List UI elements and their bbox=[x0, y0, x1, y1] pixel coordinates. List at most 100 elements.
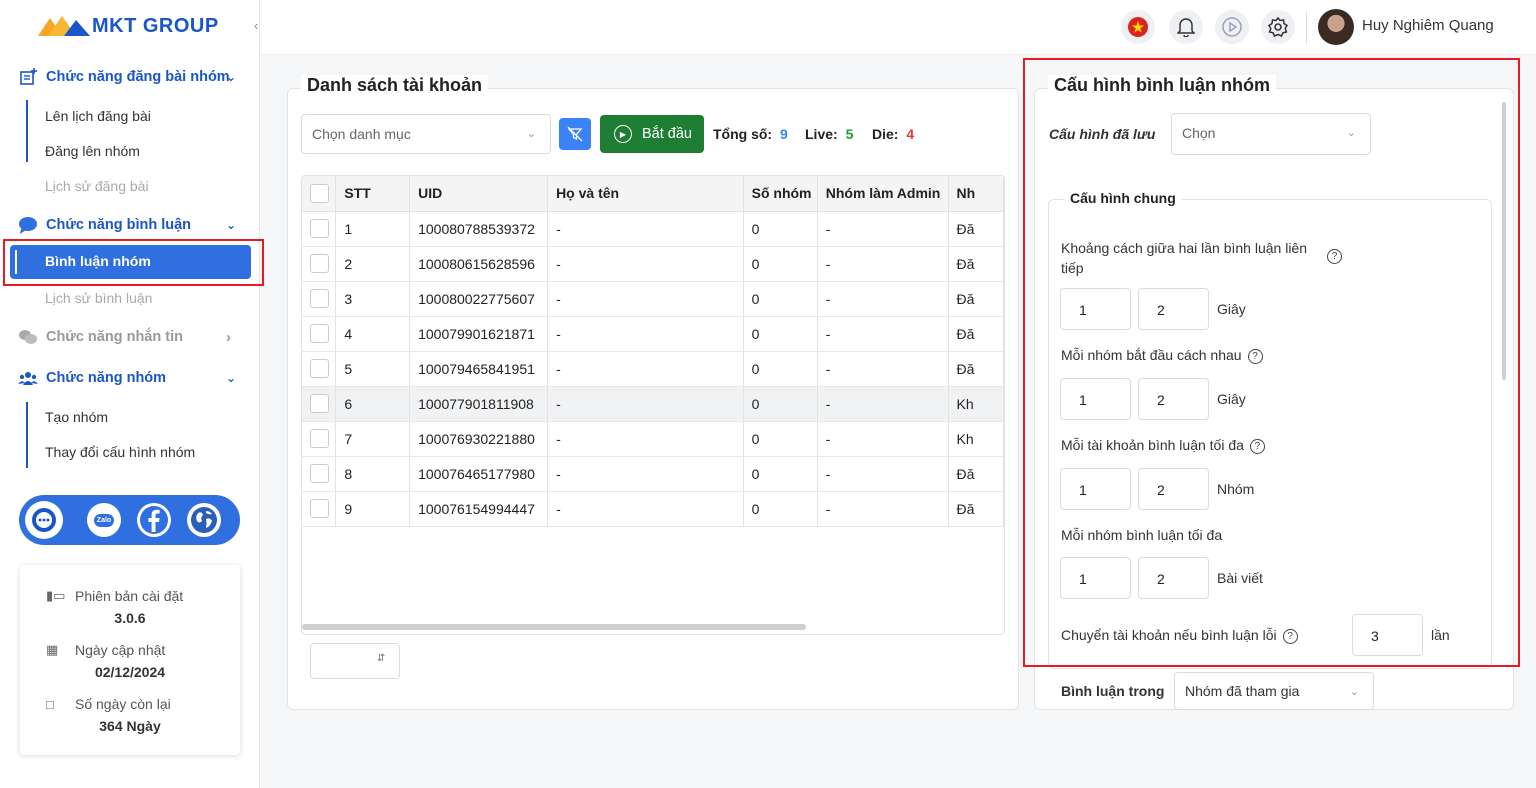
row-checkbox[interactable] bbox=[310, 219, 329, 238]
globe-icon[interactable] bbox=[187, 503, 221, 537]
table-cell: 100076465177980 bbox=[409, 456, 549, 492]
table-cell: 100076154994447 bbox=[409, 491, 549, 527]
row-checkbox-cell[interactable] bbox=[302, 316, 337, 352]
version-value: 3.0.6 bbox=[114, 610, 146, 626]
table-cell: - bbox=[817, 491, 949, 527]
row-checkbox-cell[interactable] bbox=[302, 456, 337, 492]
table-cell: 100079465841951 bbox=[409, 351, 549, 387]
updated-row: ▦ Ngày cập nhật bbox=[46, 642, 165, 658]
table-cell: 0 bbox=[743, 386, 818, 422]
days-value: 364 Ngày bbox=[99, 718, 161, 734]
table-cell: 0 bbox=[743, 316, 818, 352]
support-chat-icon[interactable] bbox=[25, 501, 63, 539]
accounts-table-wrapper: STT UID Họ và tên Số nhóm Nhóm làm Admin… bbox=[301, 175, 1005, 635]
table-cell: - bbox=[547, 246, 744, 282]
table-cell: 3 bbox=[335, 281, 411, 317]
submenu-line bbox=[26, 402, 28, 468]
table-row[interactable]: 5 100079465841951-0- Đă bbox=[302, 351, 1004, 387]
table-row[interactable]: 6 100077901811908-0- Kh bbox=[302, 386, 1004, 422]
column-header[interactable]: Nh bbox=[948, 176, 1004, 212]
table-cell: 100080615628596 bbox=[409, 246, 549, 282]
comment-in-select[interactable]: Nhóm đã tham gia ⌄ bbox=[1174, 672, 1374, 710]
table-row[interactable]: 7 100076930221880-0- Kh bbox=[302, 421, 1004, 457]
sidebar-item-change-group-config[interactable]: Thay đổi cấu hình nhóm bbox=[45, 444, 195, 460]
row-checkbox[interactable] bbox=[310, 254, 329, 273]
sidebar-item-schedule-post[interactable]: Lên lịch đăng bài bbox=[45, 108, 151, 124]
column-header[interactable]: UID bbox=[409, 176, 549, 212]
row-checkbox-cell[interactable] bbox=[302, 421, 337, 457]
menu-section-group[interactable]: Chức năng nhóm ⌄ bbox=[18, 368, 236, 388]
table-row[interactable]: 1 100080788539372-0- Đă bbox=[302, 211, 1004, 247]
table-cell: 7 bbox=[335, 421, 411, 457]
clear-filter-button[interactable] bbox=[559, 118, 591, 150]
table-cell: Đă bbox=[948, 491, 1004, 527]
menu-section-comment[interactable]: Chức năng bình luận ⌄ bbox=[18, 215, 236, 235]
sidebar-item-post-to-group[interactable]: Đăng lên nhóm bbox=[45, 143, 140, 159]
avatar[interactable] bbox=[1318, 9, 1354, 45]
sidebar-collapse-icon[interactable]: ‹ bbox=[254, 18, 258, 33]
row-checkbox[interactable] bbox=[310, 289, 329, 308]
table-cell: - bbox=[817, 351, 949, 387]
horizontal-scrollbar[interactable] bbox=[302, 624, 806, 630]
table-cell: - bbox=[547, 316, 744, 352]
row-checkbox-cell[interactable] bbox=[302, 211, 337, 247]
menu-section-label: Chức năng nhóm bbox=[46, 370, 167, 386]
chat-bubble-icon bbox=[18, 215, 38, 235]
table-cell: 100080022775607 bbox=[409, 281, 549, 317]
row-checkbox-cell[interactable] bbox=[302, 246, 337, 282]
row-checkbox[interactable] bbox=[310, 359, 329, 378]
column-header[interactable]: Họ và tên bbox=[547, 176, 744, 212]
box-icon: □ bbox=[46, 696, 54, 712]
row-checkbox[interactable] bbox=[310, 464, 329, 483]
column-header[interactable]: STT bbox=[335, 176, 411, 212]
table-header-row: STT UID Họ và tên Số nhóm Nhóm làm Admin… bbox=[302, 176, 1004, 212]
live-count: 5 bbox=[845, 126, 854, 142]
table-cell: - bbox=[547, 491, 744, 527]
row-checkbox[interactable] bbox=[310, 324, 329, 343]
language-flag-icon[interactable] bbox=[1121, 10, 1155, 44]
row-checkbox[interactable] bbox=[310, 499, 329, 518]
table-row[interactable]: 8 100076465177980-0- Đă bbox=[302, 456, 1004, 492]
sidebar-item-comment-history[interactable]: Lịch sử bình luận bbox=[45, 290, 152, 306]
table-cell: 9 bbox=[335, 491, 411, 527]
page-size-select[interactable]: ⇵ bbox=[310, 643, 400, 679]
table-row[interactable]: 4 100079901621871-0- Đă bbox=[302, 316, 1004, 352]
table-cell: - bbox=[547, 456, 744, 492]
zalo-icon[interactable]: Zalo bbox=[87, 503, 121, 537]
brand-logo[interactable]: MKT GROUP bbox=[38, 14, 219, 38]
row-checkbox-cell[interactable] bbox=[302, 351, 337, 387]
sidebar-item-post-history[interactable]: Lịch sử đăng bài bbox=[45, 178, 149, 194]
facebook-icon[interactable] bbox=[137, 503, 171, 537]
row-checkbox[interactable] bbox=[310, 429, 329, 448]
row-checkbox-cell[interactable] bbox=[302, 281, 337, 317]
table-row[interactable]: 2 100080615628596-0- Đă bbox=[302, 246, 1004, 282]
bell-icon[interactable] bbox=[1169, 10, 1203, 44]
start-button[interactable]: ▶ Bắt đầu bbox=[600, 115, 704, 153]
category-select[interactable]: Chọn danh mục ⌄ bbox=[301, 114, 551, 154]
sidebar-item-create-group[interactable]: Tạo nhóm bbox=[45, 409, 108, 425]
menu-section-post[interactable]: Chức năng đăng bài nhóm ⌄ bbox=[18, 67, 236, 87]
select-all-cell[interactable] bbox=[302, 176, 337, 212]
table-row[interactable]: 3 100080022775607-0- Đă bbox=[302, 281, 1004, 317]
column-header[interactable]: Nhóm làm Admin bbox=[817, 176, 949, 212]
sidebar: MKT GROUP Chức năng đăng bài nhóm ⌄ Lên … bbox=[0, 0, 264, 788]
table-cell: 0 bbox=[743, 211, 818, 247]
table-row[interactable]: 9 100076154994447-0- Đă bbox=[302, 491, 1004, 527]
table-cell: 0 bbox=[743, 491, 818, 527]
menu-section-message[interactable]: Chức năng nhắn tin › bbox=[18, 327, 231, 347]
row-checkbox[interactable] bbox=[310, 394, 329, 413]
gear-icon[interactable] bbox=[1261, 10, 1295, 44]
table-cell: 8 bbox=[335, 456, 411, 492]
menu-section-label: Chức năng nhắn tin bbox=[46, 329, 183, 345]
table-cell: Kh bbox=[948, 421, 1004, 457]
select-all-checkbox[interactable] bbox=[310, 183, 329, 203]
table-cell: - bbox=[547, 281, 744, 317]
table-cell: 100080788539372 bbox=[409, 211, 549, 247]
user-name[interactable]: Huy Nghiêm Quang bbox=[1362, 17, 1494, 34]
column-header[interactable]: Số nhóm bbox=[743, 176, 818, 212]
row-checkbox-cell[interactable] bbox=[302, 491, 337, 527]
table-cell: Đă bbox=[948, 211, 1004, 247]
version-icon: ▮▭ bbox=[46, 588, 66, 603]
row-checkbox-cell[interactable] bbox=[302, 386, 337, 422]
play-icon[interactable] bbox=[1215, 10, 1249, 44]
